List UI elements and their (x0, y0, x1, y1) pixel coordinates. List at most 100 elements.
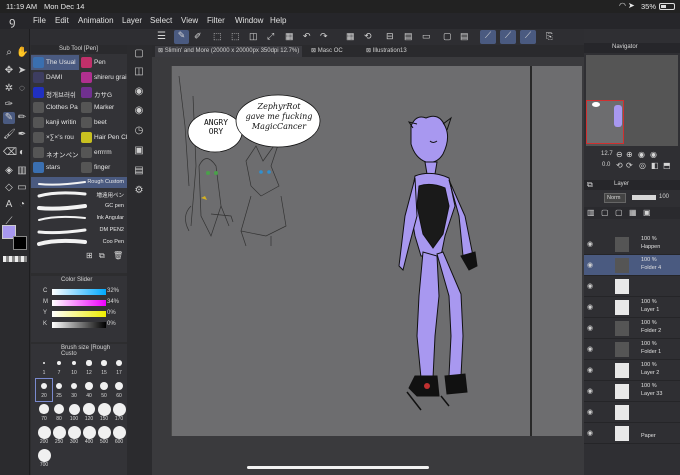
eye-icon[interactable]: ◉ (587, 345, 593, 353)
brush-size-option[interactable]: 7 (51, 356, 67, 378)
tab-slimin[interactable]: ⊠ Slimin' and More (20000 x 20000px 350d… (155, 46, 303, 57)
drawing-canvas[interactable]: ANGRY ORY ZephyrRot gave me fucking Magi… (170, 66, 582, 436)
layer-row[interactable]: ◉ Paper (584, 423, 680, 444)
brush-size-option[interactable]: 25 (51, 379, 67, 401)
fill-icon[interactable]: ▤ (404, 31, 413, 42)
eye-icon[interactable]: ◉ (587, 240, 593, 248)
transform-icon[interactable]: ⤢ (267, 31, 274, 42)
menu-edit[interactable]: Edit (55, 16, 69, 25)
brush-size-option[interactable]: 70 (36, 402, 52, 424)
brush-size-option[interactable]: 40 (81, 379, 97, 401)
open-icon[interactable]: ◫ (133, 66, 145, 78)
brush-size-option[interactable]: 400 (81, 425, 97, 447)
color-channel-slider[interactable] (52, 311, 106, 317)
color-channel-value[interactable]: 34% (107, 299, 119, 305)
brush-size-option[interactable]: 12 (81, 356, 97, 378)
sub-tool-item[interactable]: The Usual (31, 55, 79, 70)
color-channel-value[interactable]: 0% (107, 321, 116, 327)
layer-row[interactable]: ◉ 100 % Folder 1 (584, 339, 680, 360)
gradient-icon[interactable]: ▥ (16, 165, 28, 177)
layer-row[interactable]: ◉ 100 % Layer 1 (584, 297, 680, 318)
figure-icon[interactable]: ◇ (3, 182, 15, 194)
sub-tool-item[interactable]: Marker (79, 100, 127, 115)
fit-icon[interactable]: ◉ (638, 150, 645, 159)
opacity-slider[interactable] (632, 195, 656, 200)
material-icon[interactable]: ▣ (133, 145, 145, 157)
menu-filter[interactable]: Filter (207, 16, 225, 25)
stabilizer3-icon[interactable]: ⟋ (520, 30, 536, 44)
brush-size-option[interactable]: 120 (81, 402, 97, 424)
layer-row[interactable]: ◉ (584, 276, 680, 297)
menu-view[interactable]: View (181, 16, 198, 25)
flip-h-icon[interactable]: ◧ (651, 161, 659, 170)
sub-tool-item[interactable]: ネオンペン (31, 145, 79, 160)
menu-help[interactable]: Help (270, 16, 286, 25)
brush-size-option[interactable]: 100 (66, 402, 82, 424)
pencil-icon[interactable]: ✏ (16, 112, 28, 124)
brush-size-option[interactable]: 1 (36, 356, 52, 378)
rotate-left-icon[interactable]: ⟲ (616, 161, 623, 170)
history-icon[interactable]: ◷ (133, 125, 145, 137)
eye-icon[interactable]: ◉ (587, 303, 593, 311)
eye-icon[interactable]: ◉ (587, 324, 593, 332)
hand-icon[interactable]: ✋ (16, 47, 28, 59)
navigator-preview[interactable] (586, 55, 678, 146)
brush-size-option[interactable]: 10 (66, 356, 82, 378)
zoom-icon[interactable]: ⌕ (3, 47, 15, 59)
eraser-icon[interactable]: ⌫ (3, 147, 17, 159)
color-channel-slider[interactable] (52, 300, 106, 306)
clear-icon[interactable]: ▦ (285, 31, 294, 42)
eye-icon[interactable]: ◉ (587, 408, 593, 416)
tool-property-icon[interactable]: ⚙ (133, 185, 145, 197)
angle-value[interactable]: 0.0 (602, 162, 610, 168)
brush-preset[interactable]: 増遠用ペン (31, 189, 127, 200)
brush-size-option[interactable]: 250 (51, 425, 67, 447)
stabilizer-icon[interactable]: ⟋ (480, 30, 496, 44)
eye-icon[interactable]: ◉ (587, 261, 593, 269)
layer-row[interactable]: ◉ 100 % Layer 2 (584, 360, 680, 381)
color-channel-slider[interactable] (52, 289, 106, 295)
tab-masc-oc[interactable]: ⊠ Masc OC (308, 46, 346, 57)
layer-property-icon[interactable]: ▤ (133, 165, 145, 177)
sub-tool-item[interactable]: errrrm (79, 145, 127, 160)
stabilizer2-icon[interactable]: ⟋ (500, 30, 516, 44)
rotate-right-icon[interactable]: ⟳ (626, 161, 633, 170)
sub-tool-item[interactable]: stars (31, 160, 79, 175)
frame-border-icon[interactable]: ▭ (16, 182, 28, 194)
mask-icon[interactable]: ▣ (643, 208, 651, 217)
brush-size-option[interactable]: 50 (96, 379, 112, 401)
brush-size-option[interactable]: 30 (66, 379, 82, 401)
close-icon[interactable]: ⊠ (311, 48, 318, 54)
sub-tool-item[interactable]: beet (79, 115, 127, 130)
ref-icon[interactable]: ▢ (601, 208, 609, 217)
sub-tool-item[interactable]: kanji writin (31, 115, 79, 130)
sub-tool-item[interactable]: カサG (79, 85, 127, 100)
sub-tool-item[interactable]: Hair Pen Cl (79, 130, 127, 145)
fill-bucket-icon[interactable]: ◈ (3, 165, 15, 177)
app-logo-icon[interactable]: ꝯ (9, 14, 15, 29)
brush-tool-icon[interactable]: ✎ (174, 30, 189, 44)
sub-color-swatch[interactable] (13, 236, 27, 250)
menu-select[interactable]: Select (150, 16, 172, 25)
blend-icon[interactable]: ◐ (16, 147, 28, 159)
brush-icon[interactable]: 🖌 (3, 129, 16, 141)
layer-row[interactable]: ◉ 100 % Folder 2 (584, 318, 680, 339)
color-channel-slider[interactable] (52, 322, 106, 328)
lock-icon[interactable]: ▢ (615, 208, 623, 217)
brush-preset[interactable]: Ink Angular (31, 213, 127, 224)
layer-row[interactable]: ◉ 100 % Folder 4 (584, 255, 680, 276)
zoom-value[interactable]: 12.7 (601, 151, 613, 157)
sub-tool-item[interactable]: Pen (79, 55, 127, 70)
pen-icon[interactable]: ✎ (3, 112, 15, 124)
blend-mode-select[interactable]: Norm (604, 193, 626, 203)
pen-edit-icon[interactable]: ✐ (194, 31, 202, 42)
brush-size-option[interactable]: 15 (96, 356, 112, 378)
menu-animation[interactable]: Animation (78, 16, 114, 25)
menu-layer[interactable]: Layer (122, 16, 142, 25)
sub-tool-item[interactable]: finger (79, 160, 127, 175)
grid-icon[interactable]: ▦ (346, 31, 355, 42)
eye-icon[interactable]: ◉ (587, 429, 593, 437)
copy-icon[interactable]: ⧉ (99, 251, 105, 261)
text-icon[interactable]: A (3, 199, 15, 211)
sub-tool-item[interactable]: ×∑×'s rou (31, 130, 79, 145)
